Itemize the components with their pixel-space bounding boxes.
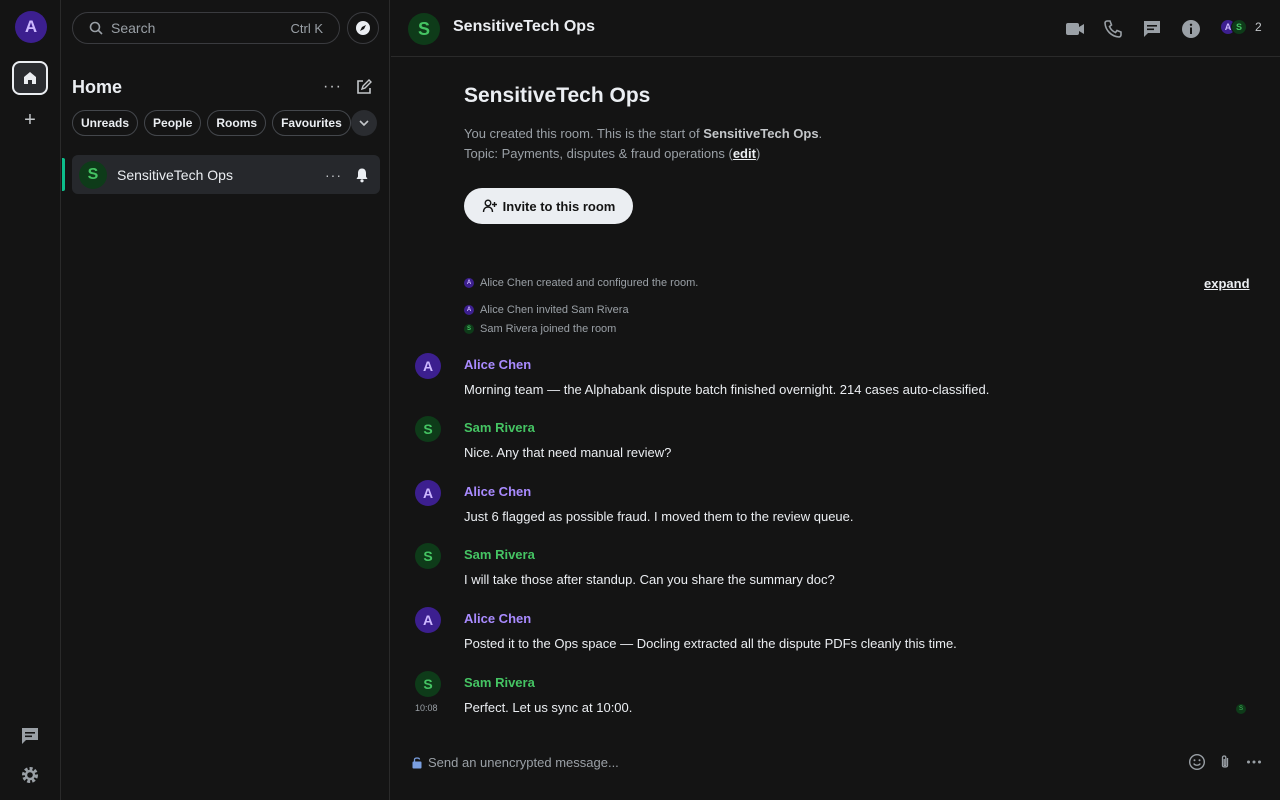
- gear-icon: [22, 767, 38, 783]
- event-text: Sam Rivera joined the room: [480, 323, 617, 335]
- message-timestamp: 10:08: [415, 703, 438, 713]
- message-body: Just 6 flagged as possible fraud. I move…: [464, 509, 854, 524]
- sender-name[interactable]: Alice Chen: [464, 357, 531, 372]
- room-list-item[interactable]: S SensitiveTech Ops ···: [62, 155, 380, 194]
- room-view: S SensitiveTech Ops A S 2 SensitiveTech …: [391, 0, 1280, 800]
- room-intro-room-name: SensitiveTech Ops: [703, 126, 819, 141]
- filter-unreads[interactable]: Unreads: [72, 110, 139, 136]
- sender-name[interactable]: Alice Chen: [464, 484, 531, 499]
- message[interactable]: S Sam Rivera Nice. Any that need manual …: [391, 411, 1280, 471]
- quick-settings-button[interactable]: [19, 764, 41, 786]
- message-composer: Send an unencrypted message...: [391, 742, 1280, 782]
- room-info-icon[interactable]: [1180, 18, 1202, 40]
- create-space-button[interactable]: +: [20, 110, 40, 130]
- member-count: 2: [1255, 20, 1262, 34]
- attachment-icon[interactable]: [1216, 753, 1234, 771]
- member-facepile[interactable]: A S 2: [1220, 19, 1262, 35]
- threads-icon[interactable]: [1141, 18, 1163, 40]
- room-avatar: S: [79, 160, 107, 189]
- sender-avatar[interactable]: S: [415, 671, 441, 697]
- room-header-avatar: S: [408, 13, 440, 45]
- message-body: Posted it to the Ops space — Docling ext…: [464, 636, 957, 651]
- sender-name[interactable]: Sam Rivera: [464, 547, 535, 562]
- unencrypted-icon: [412, 757, 422, 769]
- event-avatar: S: [464, 324, 474, 334]
- room-intro-topic: Topic: Payments, disputes & fraud operat…: [464, 146, 761, 161]
- explore-rooms-button[interactable]: [347, 12, 379, 44]
- room-intro-title: SensitiveTech Ops: [464, 84, 651, 107]
- invite-button[interactable]: Invite to this room: [464, 188, 633, 224]
- event-line: S Sam Rivera joined the room: [464, 323, 616, 335]
- message-body: Morning team — the Alphabank dispute bat…: [464, 382, 990, 397]
- sender-name[interactable]: Alice Chen: [464, 611, 531, 626]
- message[interactable]: S Sam Rivera 10:08 Perfect. Let us sync …: [391, 666, 1280, 726]
- user-menu-avatar[interactable]: A: [15, 11, 47, 43]
- sender-avatar[interactable]: A: [415, 607, 441, 633]
- sender-avatar[interactable]: S: [415, 543, 441, 569]
- room-intro-created: You created this room. This is the start…: [464, 126, 823, 141]
- compass-icon: [356, 21, 370, 35]
- bell-icon[interactable]: [354, 167, 370, 183]
- room-header-name: SensitiveTech Ops: [453, 18, 595, 35]
- event-line: A Alice Chen invited Sam Rivera: [464, 304, 629, 316]
- threads-icon: [22, 728, 38, 744]
- event-summary-text: Alice Chen created and configured the ro…: [480, 277, 699, 289]
- start-chat-button[interactable]: [355, 78, 373, 96]
- more-options-icon[interactable]: [1245, 753, 1263, 771]
- message[interactable]: S Sam Rivera I will take those after sta…: [391, 538, 1280, 598]
- search-button[interactable]: Search Ctrl K: [72, 12, 340, 44]
- room-list-title: Home: [72, 77, 123, 97]
- edit-topic-link[interactable]: edit: [733, 146, 756, 161]
- filter-rooms[interactable]: Rooms: [207, 110, 267, 136]
- add-user-icon: [482, 199, 497, 213]
- search-placeholder: Search: [111, 20, 156, 36]
- home-space-button[interactable]: [12, 61, 48, 95]
- room-filters: Unreads People Rooms Favourites: [72, 110, 351, 136]
- message-body: I will take those after standup. Can you…: [464, 572, 835, 587]
- filters-expand-button[interactable]: [351, 110, 377, 136]
- message-body: Perfect. Let us sync at 10:00.: [464, 700, 633, 715]
- space-bar: A +: [0, 0, 61, 800]
- room-list-panel: Search Ctrl K Home ··· Unreads People Ro…: [62, 0, 390, 800]
- message[interactable]: A Alice Chen Posted it to the Ops space …: [391, 602, 1280, 662]
- event-text: Alice Chen invited Sam Rivera: [480, 304, 629, 316]
- event-summary: A Alice Chen created and configured the …: [464, 277, 698, 289]
- threads-button[interactable]: [19, 725, 41, 747]
- home-icon: [24, 72, 36, 84]
- filter-people[interactable]: People: [144, 110, 202, 136]
- sender-name[interactable]: Sam Rivera: [464, 675, 535, 690]
- message-body: Nice. Any that need manual review?: [464, 445, 672, 460]
- sender-avatar[interactable]: A: [415, 480, 441, 506]
- room-list-options-button[interactable]: ···: [323, 78, 342, 96]
- expand-events-link[interactable]: expand: [1204, 276, 1250, 291]
- room-header[interactable]: S SensitiveTech Ops A S 2: [391, 0, 1280, 57]
- room-options-button[interactable]: ···: [325, 167, 342, 183]
- message[interactable]: A Alice Chen Morning team — the Alphaban…: [391, 348, 1280, 408]
- message[interactable]: A Alice Chen Just 6 flagged as possible …: [391, 475, 1280, 535]
- emoji-icon[interactable]: [1188, 753, 1206, 771]
- voice-call-icon[interactable]: [1102, 18, 1124, 40]
- search-icon: [89, 21, 103, 35]
- compose-icon: [357, 79, 372, 94]
- message-input[interactable]: Send an unencrypted message...: [428, 755, 619, 770]
- read-receipt[interactable]: S: [1236, 704, 1246, 714]
- sender-avatar[interactable]: A: [415, 353, 441, 379]
- selected-room-indicator: [62, 158, 65, 191]
- invite-button-label: Invite to this room: [502, 198, 616, 214]
- search-shortcut: Ctrl K: [290, 20, 324, 36]
- sender-name[interactable]: Sam Rivera: [464, 420, 535, 435]
- sender-avatar[interactable]: S: [415, 416, 441, 442]
- filter-favourites[interactable]: Favourites: [272, 110, 351, 136]
- event-avatar: A: [464, 278, 474, 288]
- event-avatar: A: [464, 305, 474, 315]
- member-avatar: S: [1231, 19, 1247, 35]
- room-name: SensitiveTech Ops: [117, 166, 233, 183]
- video-call-icon[interactable]: [1064, 18, 1086, 40]
- chevron-down-icon: [359, 120, 369, 127]
